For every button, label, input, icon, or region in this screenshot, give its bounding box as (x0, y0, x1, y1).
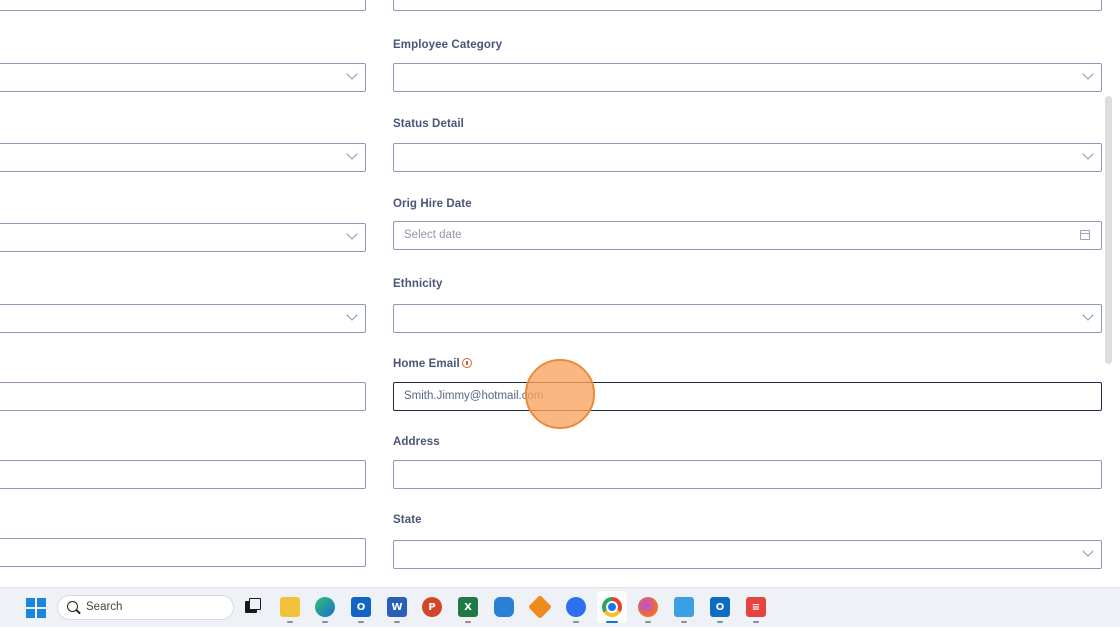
orig-hire-date-label: Orig Hire Date (393, 198, 472, 210)
windows-start-icon[interactable] (26, 598, 46, 618)
calendar-icon[interactable] (1080, 230, 1090, 240)
app-indicator (287, 621, 293, 623)
powerpoint-icon[interactable]: P (422, 597, 442, 617)
left-select-4[interactable] (0, 304, 366, 333)
home-email-value: Smith.Jimmy@hotmail.com (404, 390, 544, 402)
chevron-down-icon (1082, 148, 1094, 160)
left-input-3[interactable] (0, 538, 366, 567)
app-icon[interactable] (527, 594, 553, 620)
word-icon[interactable]: W (387, 597, 407, 617)
zoom-icon[interactable] (566, 597, 586, 617)
click-indicator (525, 359, 595, 429)
chevron-down-icon (1082, 309, 1094, 321)
taskbar-search[interactable]: Search (57, 595, 234, 620)
search-icon (67, 601, 78, 612)
app-indicator-active (606, 621, 618, 623)
chevron-down-icon (1082, 545, 1094, 557)
left-select-1[interactable] (0, 63, 366, 92)
taskbar: Search O W P X O ≡ (0, 587, 1120, 627)
home-email-input[interactable]: Smith.Jimmy@hotmail.com (393, 382, 1102, 411)
state-label: State (393, 514, 422, 526)
chevron-down-icon (346, 68, 358, 80)
chevron-down-icon (1082, 68, 1094, 80)
file-explorer-icon[interactable] (280, 597, 300, 617)
notepad-icon[interactable] (674, 597, 694, 617)
chevron-down-icon (346, 228, 358, 240)
address-label: Address (393, 436, 440, 448)
firefox-icon[interactable] (638, 597, 658, 617)
top-right-select[interactable] (393, 0, 1102, 11)
app-indicator (322, 621, 328, 623)
info-icon[interactable] (462, 358, 472, 368)
outlook-icon[interactable]: O (351, 597, 371, 617)
left-input-2[interactable] (0, 460, 366, 489)
left-select-2[interactable] (0, 143, 366, 172)
top-left-field[interactable] (0, 0, 366, 11)
taskbar-search-label: Search (86, 601, 123, 613)
employee-category-select[interactable] (393, 63, 1102, 92)
task-view-icon[interactable] (243, 597, 263, 617)
address-input[interactable] (393, 460, 1102, 489)
scrollbar-thumb[interactable] (1105, 96, 1112, 364)
app-indicator (394, 621, 400, 623)
chevron-down-icon (346, 309, 358, 321)
chevron-down-icon (346, 148, 358, 160)
orig-hire-date-picker[interactable]: Select date (393, 221, 1102, 250)
left-select-3[interactable] (0, 223, 366, 252)
app-icon[interactable] (494, 597, 514, 617)
status-detail-select[interactable] (393, 143, 1102, 172)
app-indicator (717, 621, 723, 623)
todoist-icon[interactable]: ≡ (746, 597, 766, 617)
app-indicator (358, 621, 364, 623)
edge-icon[interactable] (315, 597, 335, 617)
app-indicator (465, 621, 471, 623)
ethnicity-select[interactable] (393, 304, 1102, 333)
app-indicator (573, 621, 579, 623)
outlook-icon[interactable]: O (710, 597, 730, 617)
home-email-label: Home Email (393, 358, 460, 370)
employee-category-label: Employee Category (393, 39, 503, 51)
status-detail-label: Status Detail (393, 118, 464, 130)
chrome-icon[interactable] (602, 597, 622, 617)
ethnicity-label: Ethnicity (393, 278, 443, 290)
excel-icon[interactable]: X (458, 597, 478, 617)
state-select[interactable] (393, 540, 1102, 569)
app-indicator (681, 621, 687, 623)
app-indicator (753, 621, 759, 623)
orig-hire-date-placeholder: Select date (404, 229, 462, 241)
left-input-1[interactable] (0, 382, 366, 411)
app-indicator (645, 621, 651, 623)
